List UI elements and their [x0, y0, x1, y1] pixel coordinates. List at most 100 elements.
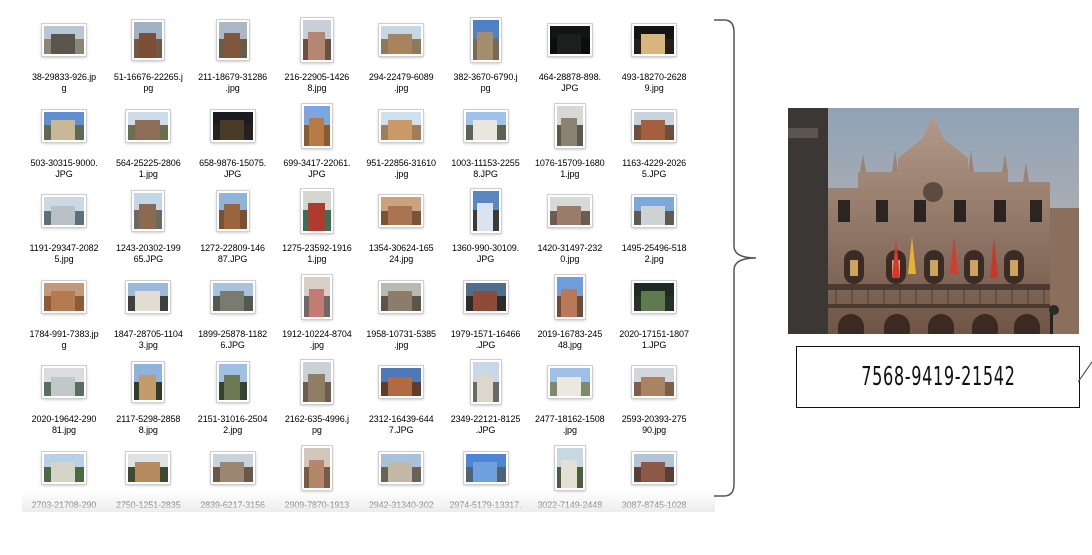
- file-name-line: 658-9876-15075.: [199, 157, 267, 168]
- file-name: 951-22856-31610 .jpg: [359, 158, 443, 180]
- file-thumbnail[interactable]: [210, 452, 255, 484]
- file-thumbnail[interactable]: [547, 366, 592, 399]
- file-thumbnail[interactable]: [554, 274, 585, 319]
- file-name-line: 2974-5179-13317.: [449, 500, 522, 510]
- file-name: 3022-7149-24480.jpg: [528, 500, 612, 512]
- file-thumbnail[interactable]: [547, 24, 592, 56]
- file-name-line: 1.jpg: [138, 168, 158, 179]
- file-name-line: 382-3670-6790.j: [453, 72, 518, 82]
- file-thumbnail[interactable]: [632, 109, 677, 142]
- file-name: 699-3417-22061. JPG: [275, 158, 359, 180]
- file-thumbnail[interactable]: [132, 191, 165, 232]
- file-thumbnail[interactable]: [301, 446, 332, 490]
- file-name-line: g: [61, 83, 67, 93]
- file-thumbnail[interactable]: [632, 24, 677, 56]
- file-thumbnail[interactable]: [632, 195, 677, 228]
- file-name-line: 2942-31340-302: [368, 500, 434, 510]
- file-name: 38-29833-926.jp g: [22, 72, 106, 94]
- file-thumbnail[interactable]: [42, 452, 86, 484]
- file-name: 564-25225-2806 1.jpg: [106, 158, 190, 180]
- file-thumbnail[interactable]: [301, 274, 332, 319]
- file-thumbnail[interactable]: [463, 280, 508, 313]
- file-thumbnail[interactable]: [42, 366, 86, 399]
- file-name-line: 5.jpg: [54, 254, 74, 265]
- file-name-line: 2.jpg: [223, 425, 243, 436]
- file-name-line: 3.jpg: [138, 339, 158, 350]
- file-thumbnail[interactable]: [547, 195, 592, 228]
- file-name: 2117-5298-2858 8.jpg: [106, 414, 190, 436]
- file-name-line: .jpg: [394, 83, 409, 93]
- file-thumbnail[interactable]: [470, 189, 501, 234]
- file-name: 2162-635-4996.j pg: [275, 414, 359, 436]
- file-name-line: 1.JPG: [641, 339, 667, 350]
- file-thumbnail[interactable]: [300, 360, 333, 405]
- file-name: 2593-20393-275 90.jpg: [612, 414, 696, 436]
- file-name-line: .JPG: [475, 425, 496, 436]
- file-thumbnail[interactable]: [132, 20, 165, 60]
- file-name-line: 1243-20302-199: [115, 243, 181, 254]
- file-name-line: 1275-23592-1916: [282, 243, 352, 254]
- file-thumbnail[interactable]: [132, 362, 165, 403]
- file-name: 1847-28705-1104 3.jpg: [106, 329, 190, 351]
- file-thumbnail[interactable]: [632, 366, 677, 399]
- file-name: 1272-22809-146 87.JPG: [191, 243, 275, 265]
- file-thumbnail[interactable]: [216, 20, 249, 60]
- file-thumbnail[interactable]: [463, 109, 508, 142]
- file-thumbnail[interactable]: [554, 446, 585, 490]
- file-name-line: 2020-17151-1807: [619, 328, 689, 339]
- file-name-line: 216-22905-1426: [284, 72, 350, 82]
- file-name-line: 90.jpg: [642, 425, 667, 436]
- file-thumbnail[interactable]: [216, 191, 249, 232]
- file-thumbnail[interactable]: [379, 195, 424, 228]
- file-name-line: JPG: [55, 168, 73, 179]
- file-thumbnail[interactable]: [470, 360, 501, 405]
- file-thumbnail[interactable]: [300, 18, 333, 62]
- file-name-line: 2703-21708-290: [31, 500, 97, 510]
- file-name-line: .jpg: [562, 425, 577, 436]
- file-name-line: 493-18270-2628: [621, 72, 687, 82]
- file-thumbnail[interactable]: [216, 362, 249, 403]
- file-thumbnail[interactable]: [300, 189, 333, 234]
- connector-line: [1078, 361, 1092, 383]
- file-name: 1275-23592-1916 1.jpg: [275, 243, 359, 265]
- file-name-line: pg: [143, 83, 154, 93]
- file-thumbnail[interactable]: [301, 103, 332, 148]
- file-name: 211-18679-31286 .jpg: [191, 72, 275, 94]
- file-name-line: 6.jpg: [275, 511, 359, 512]
- file-name-line: 87.JPG: [217, 254, 248, 265]
- file-thumbnail[interactable]: [126, 109, 171, 142]
- file-name: 2349-22121-8125 .JPG: [444, 414, 528, 436]
- file-thumbnail[interactable]: [210, 280, 255, 313]
- file-thumbnail[interactable]: [379, 366, 424, 399]
- file-thumbnail[interactable]: [42, 280, 86, 313]
- file-grid: 38-29833-926.jp g 51-16676-22265.j pg 211-18…: [22, 0, 715, 512]
- file-name: 1354-30624-165 24.jpg: [359, 243, 443, 265]
- file-thumbnail[interactable]: [210, 109, 255, 142]
- file-name-line: pg: [311, 425, 322, 436]
- file-name-line: 65.JPG: [133, 254, 164, 265]
- file-name-line: 0.jpg: [528, 511, 612, 512]
- file-thumbnail[interactable]: [42, 24, 86, 56]
- file-name-line: 1360-990-30109.: [451, 243, 520, 254]
- file-thumbnail[interactable]: [470, 18, 501, 62]
- file-name-line: 2151-31016-2504: [197, 414, 268, 425]
- file-thumbnail[interactable]: [463, 452, 508, 484]
- file-name: 493-18270-2628 9.jpg: [612, 72, 696, 94]
- file-thumbnail[interactable]: [379, 24, 424, 56]
- file-thumbnail[interactable]: [632, 280, 677, 313]
- file-thumbnail[interactable]: [554, 103, 585, 148]
- file-thumbnail[interactable]: [379, 109, 424, 142]
- file-thumbnail[interactable]: [379, 280, 424, 313]
- file-thumbnail[interactable]: [126, 280, 171, 313]
- file-name-line: .jpg: [394, 168, 409, 179]
- file-name-line: 2593-20393-275: [621, 414, 687, 425]
- file-thumbnail[interactable]: [42, 109, 86, 142]
- file-thumbnail[interactable]: [632, 452, 677, 484]
- file-name: 2703-21708-29015.JPG: [22, 500, 106, 512]
- file-thumbnail[interactable]: [42, 195, 86, 228]
- file-name-line: .jpg: [225, 83, 240, 93]
- file-thumbnail[interactable]: [379, 452, 424, 484]
- file-thumbnail[interactable]: [126, 452, 171, 484]
- file-name-line: 2162-635-4996.j: [284, 414, 349, 425]
- file-name: 382-3670-6790.j pg: [444, 72, 528, 94]
